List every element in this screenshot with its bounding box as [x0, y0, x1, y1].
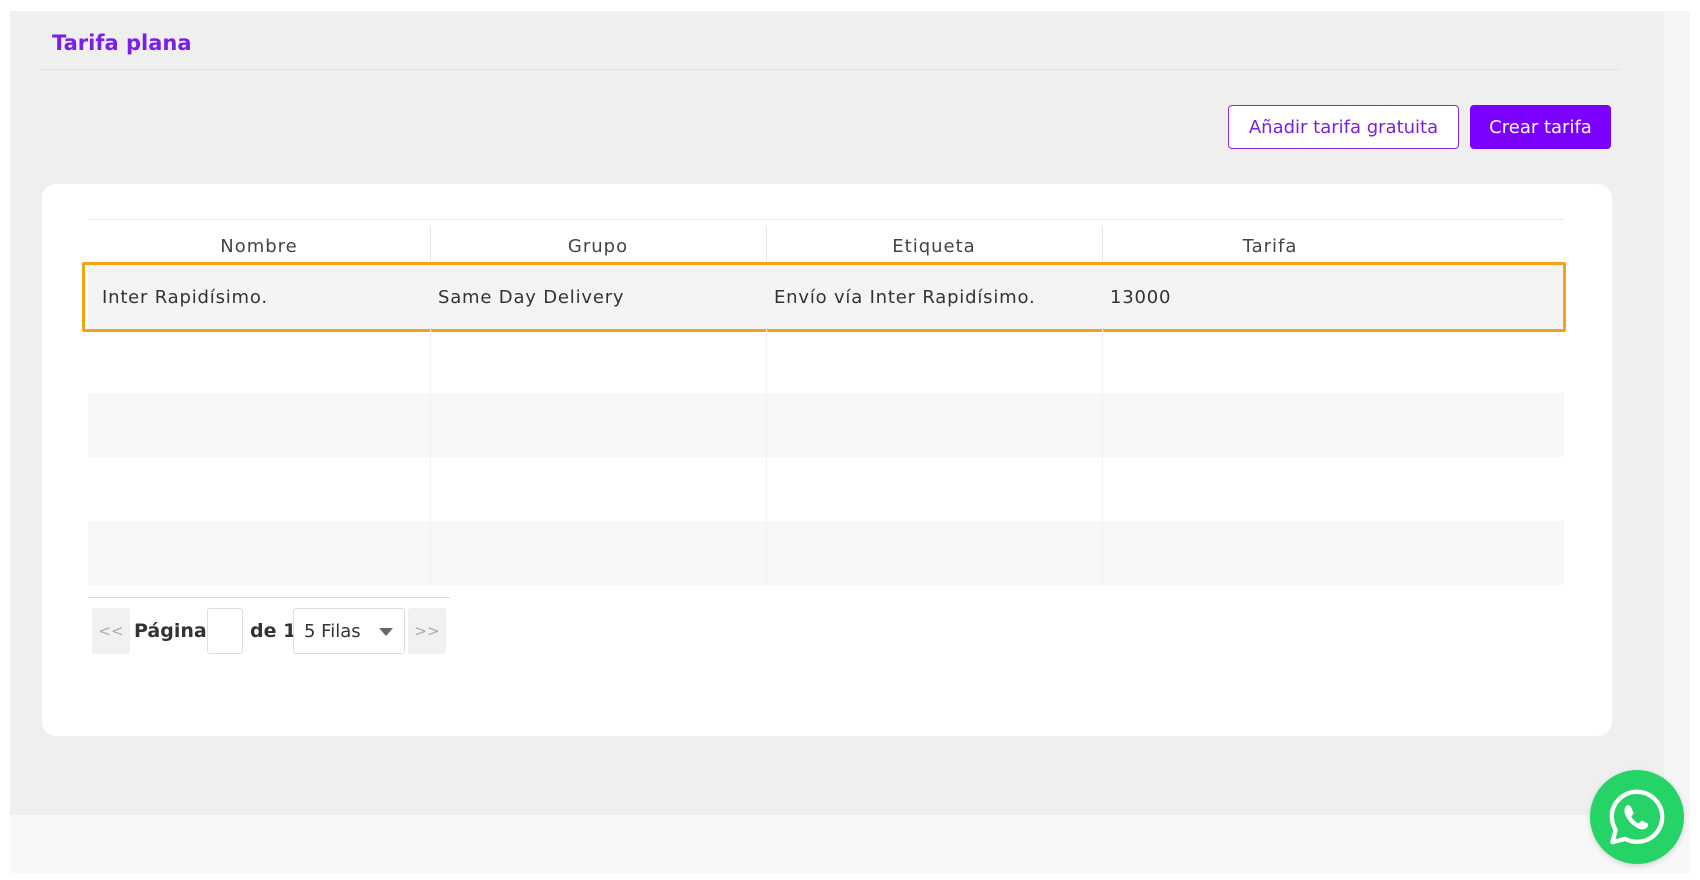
column-divider: [1102, 329, 1103, 585]
table-row-empty: [88, 457, 1564, 521]
table-header: Nombre Grupo Etiqueta Tarifa: [88, 219, 1564, 266]
rows-per-page-select[interactable]: 5 Filas: [293, 608, 405, 654]
cell-etiqueta: Envío vía Inter Rapidísimo.: [774, 286, 1036, 308]
table-row-empty: [88, 393, 1564, 457]
cell-grupo: Same Day Delivery: [438, 286, 625, 308]
column-divider: [430, 329, 431, 585]
whatsapp-icon: [1609, 789, 1665, 845]
page-number-input[interactable]: [207, 608, 243, 654]
rows-per-page-value: 5 Filas: [304, 620, 361, 642]
column-header-grupo[interactable]: Grupo: [430, 226, 766, 266]
main-content: Tarifa plana Añadir tarifa gratuita Crea…: [10, 11, 1664, 815]
page-title: Tarifa plana: [52, 31, 192, 55]
add-free-rate-button[interactable]: Añadir tarifa gratuita: [1228, 105, 1459, 149]
table-row[interactable]: Inter Rapidísimo. Same Day Delivery Enví…: [82, 262, 1566, 332]
page-label: Página: [134, 620, 207, 642]
cell-nombre: Inter Rapidísimo.: [102, 286, 268, 308]
next-page-button[interactable]: >>: [408, 608, 446, 654]
title-divider: [40, 69, 1620, 70]
pagination: << Página de 1 5 Filas >>: [88, 597, 450, 654]
chevron-down-icon: [379, 628, 393, 636]
column-header-etiqueta[interactable]: Etiqueta: [766, 226, 1102, 266]
page: Tarifa plana Añadir tarifa gratuita Crea…: [0, 0, 1700, 880]
create-rate-button[interactable]: Crear tarifa: [1470, 105, 1611, 149]
scroll-gutter: [1664, 11, 1690, 815]
previous-page-button[interactable]: <<: [92, 608, 130, 654]
cell-tarifa: 13000: [1110, 286, 1172, 308]
column-header-tarifa[interactable]: Tarifa: [1102, 226, 1438, 266]
table-row-empty: [88, 329, 1564, 393]
footer-strip: [10, 815, 1690, 873]
rates-card: Nombre Grupo Etiqueta Tarifa Inter Rapid…: [42, 184, 1612, 736]
table-row-empty: [88, 521, 1564, 585]
page-total-label: de 1: [250, 620, 297, 642]
column-header-nombre[interactable]: Nombre: [88, 226, 430, 266]
whatsapp-chat-button[interactable]: [1590, 770, 1684, 864]
column-divider: [766, 329, 767, 585]
